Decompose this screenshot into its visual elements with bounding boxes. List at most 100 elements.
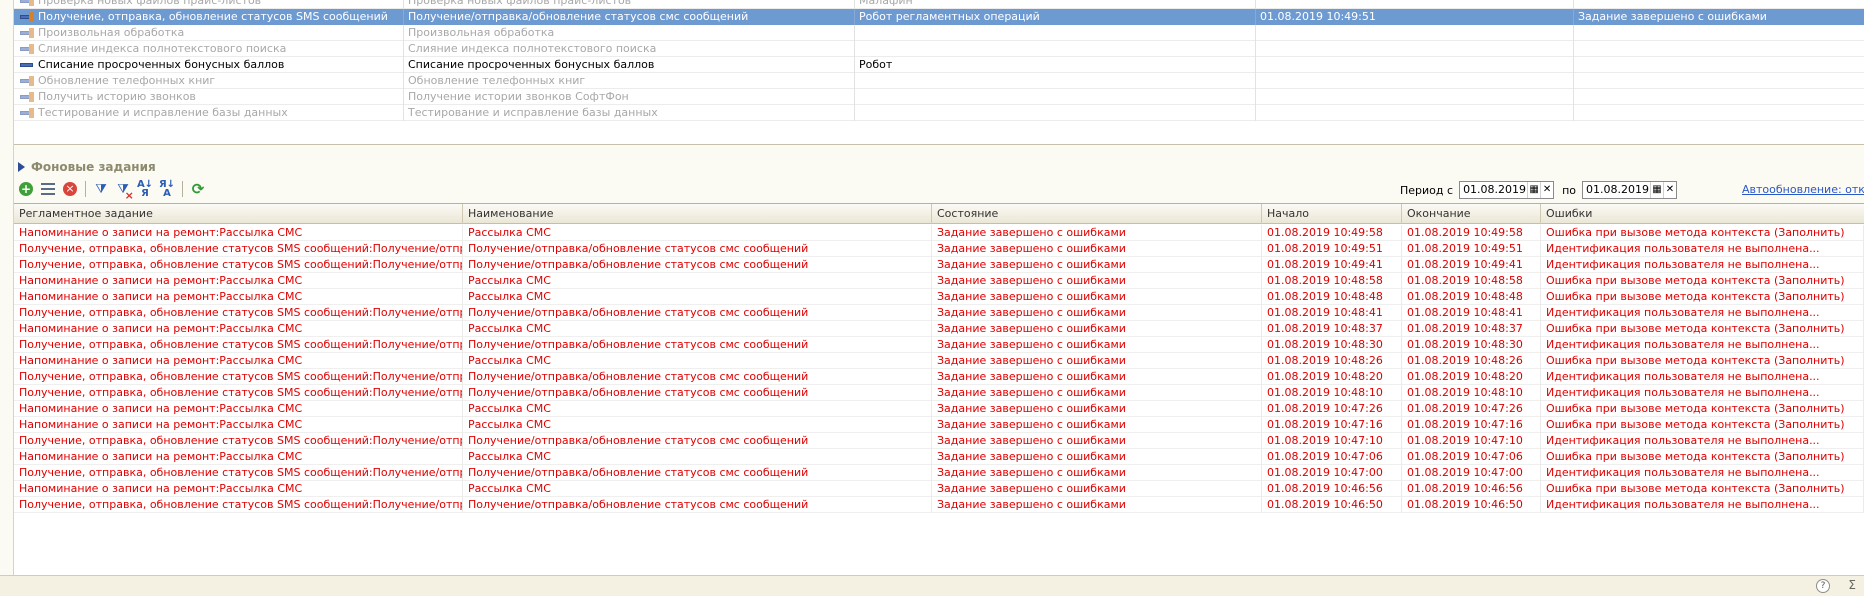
- task-state-cell: [1574, 73, 1864, 89]
- cell-state: Задание завершено с ошибками: [932, 401, 1262, 417]
- task-last-run-cell: [1256, 57, 1574, 73]
- column-header-errors[interactable]: Ошибки: [1541, 204, 1864, 224]
- toolbar-separator: [182, 181, 183, 197]
- cell-state: Задание завершено с ошибками: [932, 337, 1262, 353]
- cell-scheduled-task: Напоминание о записи на ремонт:Рассылка …: [14, 401, 463, 417]
- autorefresh-link[interactable]: Автообновление: отклю: [1742, 180, 1864, 200]
- task-last-run-cell: 01.08.2019 10:49:51: [1256, 9, 1574, 25]
- cell-errors: Ошибка при вызове метода контекста (Запо…: [1541, 273, 1864, 289]
- table-row[interactable]: Получение, отправка, обновление статусов…: [14, 369, 1864, 385]
- sort-asc-button[interactable]: A↓ Я: [135, 179, 155, 199]
- table-row[interactable]: Напоминание о записи на ремонт:Рассылка …: [14, 449, 1864, 465]
- table-row[interactable]: Получение, отправка, обновление статусов…: [14, 433, 1864, 449]
- column-header-start[interactable]: Начало: [1262, 204, 1402, 224]
- task-method-cell: Получение истории звонков СофтФон: [404, 89, 855, 105]
- task-name-cell-text: Проверка новых файлов прайс-листов: [38, 0, 262, 7]
- sum-indicator: Σ: [1848, 578, 1856, 592]
- table-row[interactable]: Напоминание о записи на ремонт:Рассылка …: [14, 353, 1864, 369]
- cell-end: 01.08.2019 10:48:30: [1402, 337, 1541, 353]
- cell-end: 01.08.2019 10:46:50: [1402, 497, 1541, 513]
- cell-errors: Идентификация пользователя не выполнена.…: [1541, 385, 1864, 401]
- add-button[interactable]: +: [16, 179, 36, 199]
- set-filter-button[interactable]: ⧩: [91, 179, 111, 199]
- task-user-cell: Робот регламентных операций: [855, 9, 1256, 25]
- task-user-cell: Малафин: [855, 0, 1256, 9]
- sort-desc-button[interactable]: Я↓ A: [157, 179, 177, 199]
- cell-end: 01.08.2019 10:47:16: [1402, 417, 1541, 433]
- table-row[interactable]: Напоминание о записи на ремонт:Рассылка …: [14, 321, 1864, 337]
- date-from-field[interactable]: 01.08.2019 00: ▦ ✕: [1459, 181, 1555, 199]
- cell-scheduled-task: Напоминание о записи на ремонт:Рассылка …: [14, 481, 463, 497]
- table-row[interactable]: Получение, отправка, обновление статусов…: [14, 305, 1864, 321]
- expand-triangle-icon[interactable]: [18, 162, 25, 172]
- task-name-cell-text: Произвольная обработка: [38, 26, 185, 39]
- task-state-cell: [1574, 89, 1864, 105]
- column-header-name[interactable]: Наименование: [463, 204, 932, 224]
- cancel-task-button[interactable]: ×: [60, 179, 80, 199]
- task-user-cell: [855, 25, 1256, 41]
- table-row[interactable]: Получение, отправка, обновление статусов…: [14, 257, 1864, 273]
- cell-state: Задание завершено с ошибками: [932, 369, 1262, 385]
- cell-name: Получение/отправка/обновление статусов с…: [463, 305, 932, 321]
- cell-state: Задание завершено с ошибками: [932, 433, 1262, 449]
- cell-errors: Идентификация пользователя не выполнена.…: [1541, 241, 1864, 257]
- cell-start: 01.08.2019 10:49:58: [1262, 225, 1402, 241]
- scheduled-task-row[interactable]: Обновление телефонных книг Обновление тел…: [14, 73, 1864, 89]
- table-row[interactable]: Напоминание о записи на ремонт:Рассылка …: [14, 289, 1864, 305]
- table-row[interactable]: Напоминание о записи на ремонт:Рассылка …: [14, 481, 1864, 497]
- cell-scheduled-task: Получение, отправка, обновление статусов…: [14, 385, 463, 401]
- task-last-run-cell: [1256, 73, 1574, 89]
- table-row[interactable]: Получение, отправка, обновление статусов…: [14, 497, 1864, 513]
- cell-start: 01.08.2019 10:48:20: [1262, 369, 1402, 385]
- background-tasks-header[interactable]: Фоновые задания: [18, 158, 156, 176]
- scheduled-task-row[interactable]: Тестирование и исправление базы данных Те…: [14, 105, 1864, 121]
- task-method-cell: Получение/отправка/обновление статусов с…: [404, 9, 855, 25]
- column-header-scheduled-task[interactable]: Регламентное задание: [14, 204, 463, 224]
- task-last-run-cell: [1256, 105, 1574, 121]
- window-frame-left: [0, 0, 14, 596]
- table-row[interactable]: Получение, отправка, обновление статусов…: [14, 337, 1864, 353]
- task-icon: [20, 108, 34, 118]
- cell-state: Задание завершено с ошибками: [932, 273, 1262, 289]
- date-to-field[interactable]: 01.08.2019 23: ▦ ✕: [1581, 181, 1677, 199]
- calendar-icon[interactable]: ▦: [1649, 182, 1663, 198]
- calendar-icon[interactable]: ▦: [1527, 182, 1540, 198]
- table-row[interactable]: Напоминание о записи на ремонт:Рассылка …: [14, 401, 1864, 417]
- table-row[interactable]: Получение, отправка, обновление статусов…: [14, 385, 1864, 401]
- clear-filter-button[interactable]: ⧩: [113, 179, 133, 202]
- scheduled-task-row[interactable]: Слияние индекса полнотекстового поиска Сл…: [14, 41, 1864, 57]
- cell-name: Рассылка СМС: [463, 417, 932, 433]
- scheduled-task-row[interactable]: Получение, отправка, обновление статусов…: [14, 9, 1864, 25]
- table-row[interactable]: Напоминание о записи на ремонт:Рассылка …: [14, 225, 1864, 241]
- cell-end: 01.08.2019 10:48:20: [1402, 369, 1541, 385]
- task-name-cell: Получение, отправка, обновление статусов…: [14, 9, 404, 25]
- cell-errors: Ошибка при вызове метода контекста (Запо…: [1541, 481, 1864, 497]
- task-last-run-cell: [1256, 41, 1574, 57]
- scheduled-task-row[interactable]: Произвольная обработка Произвольная обраб…: [14, 25, 1864, 41]
- table-row[interactable]: Напоминание о записи на ремонт:Рассылка …: [14, 273, 1864, 289]
- table-row[interactable]: Получение, отправка, обновление статусов…: [14, 465, 1864, 481]
- list-icon: [41, 183, 55, 195]
- cell-start: 01.08.2019 10:47:26: [1262, 401, 1402, 417]
- period-filter: Период с 01.08.2019 00: ▦ ✕ по 01.08.2019…: [1400, 180, 1677, 200]
- cell-errors: Ошибка при вызове метода контекста (Запо…: [1541, 449, 1864, 465]
- refresh-button[interactable]: ⟳: [188, 179, 208, 199]
- list-button[interactable]: [38, 179, 58, 199]
- column-header-end[interactable]: Окончание: [1402, 204, 1541, 224]
- scheduled-task-row[interactable]: Проверка новых файлов прайс-листов Провер…: [14, 0, 1864, 9]
- period-from-label: Период с: [1400, 183, 1454, 197]
- cell-end: 01.08.2019 10:49:51: [1402, 241, 1541, 257]
- scheduled-task-row[interactable]: Списание просроченных бонусных баллов Спи…: [14, 57, 1864, 73]
- cancel-icon: ×: [63, 182, 77, 196]
- task-name-cell-text: Получить историю звонков: [38, 90, 196, 103]
- cell-state: Задание завершено с ошибками: [932, 305, 1262, 321]
- table-row[interactable]: Получение, отправка, обновление статусов…: [14, 241, 1864, 257]
- table-row[interactable]: Напоминание о записи на ремонт:Рассылка …: [14, 417, 1864, 433]
- column-header-state[interactable]: Состояние: [932, 204, 1262, 224]
- info-icon[interactable]: ?: [1816, 579, 1830, 593]
- cell-scheduled-task: Напоминание о записи на ремонт:Рассылка …: [14, 225, 463, 241]
- clear-icon[interactable]: ✕: [1540, 182, 1553, 198]
- clear-icon[interactable]: ✕: [1662, 182, 1676, 198]
- task-method-cell-text: Произвольная обработка: [408, 26, 555, 39]
- scheduled-task-row[interactable]: Получить историю звонков Получение истори…: [14, 89, 1864, 105]
